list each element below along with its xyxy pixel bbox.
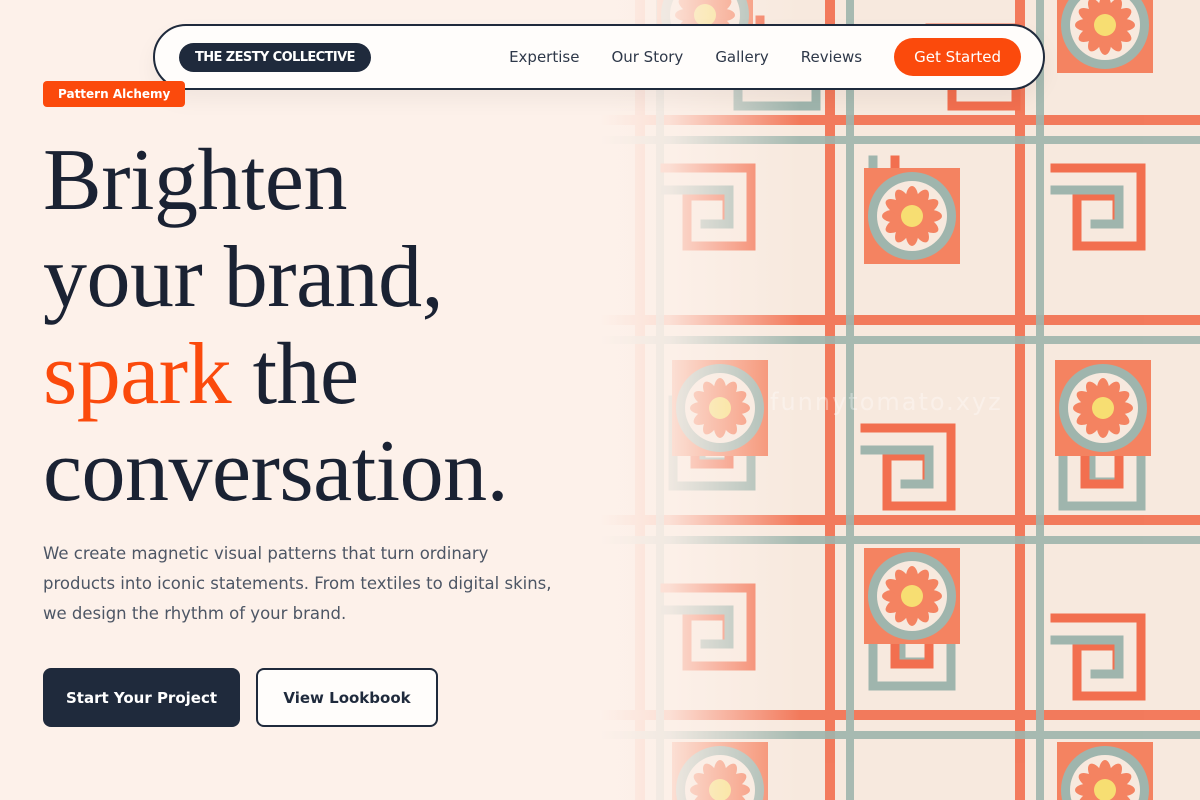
watermark-text: funnytomato.xyz	[770, 388, 1003, 416]
headline-line-3-rest: the	[231, 326, 360, 423]
brand-logo[interactable]: THE ZESTY COLLECTIVE	[179, 42, 371, 72]
nav-links: Expertise Our Story Gallery Reviews Get …	[509, 38, 1021, 76]
hero-description: We create magnetic visual patterns that …	[43, 544, 552, 623]
hero-headline: Brighten your brand, spark the conversat…	[43, 132, 509, 520]
headline-line-2: your brand,	[43, 229, 444, 326]
nav-link-reviews[interactable]: Reviews	[801, 48, 862, 66]
nav-link-our-story[interactable]: Our Story	[611, 48, 683, 66]
pattern-artwork: funnytomato.xyz	[600, 0, 1200, 800]
start-project-button[interactable]: Start Your Project	[43, 668, 240, 727]
get-started-button[interactable]: Get Started	[894, 38, 1021, 76]
nav-link-expertise[interactable]: Expertise	[509, 48, 579, 66]
hero-badge: Pattern Alchemy	[43, 81, 186, 107]
navbar: THE ZESTY COLLECTIVE Expertise Our Story…	[153, 24, 1045, 90]
headline-accent-word: spark	[43, 326, 232, 423]
view-lookbook-button[interactable]: View Lookbook	[256, 668, 438, 727]
headline-line-1: Brighten	[43, 132, 347, 229]
nav-link-gallery[interactable]: Gallery	[715, 48, 768, 66]
headline-line-4: conversation.	[43, 423, 509, 520]
